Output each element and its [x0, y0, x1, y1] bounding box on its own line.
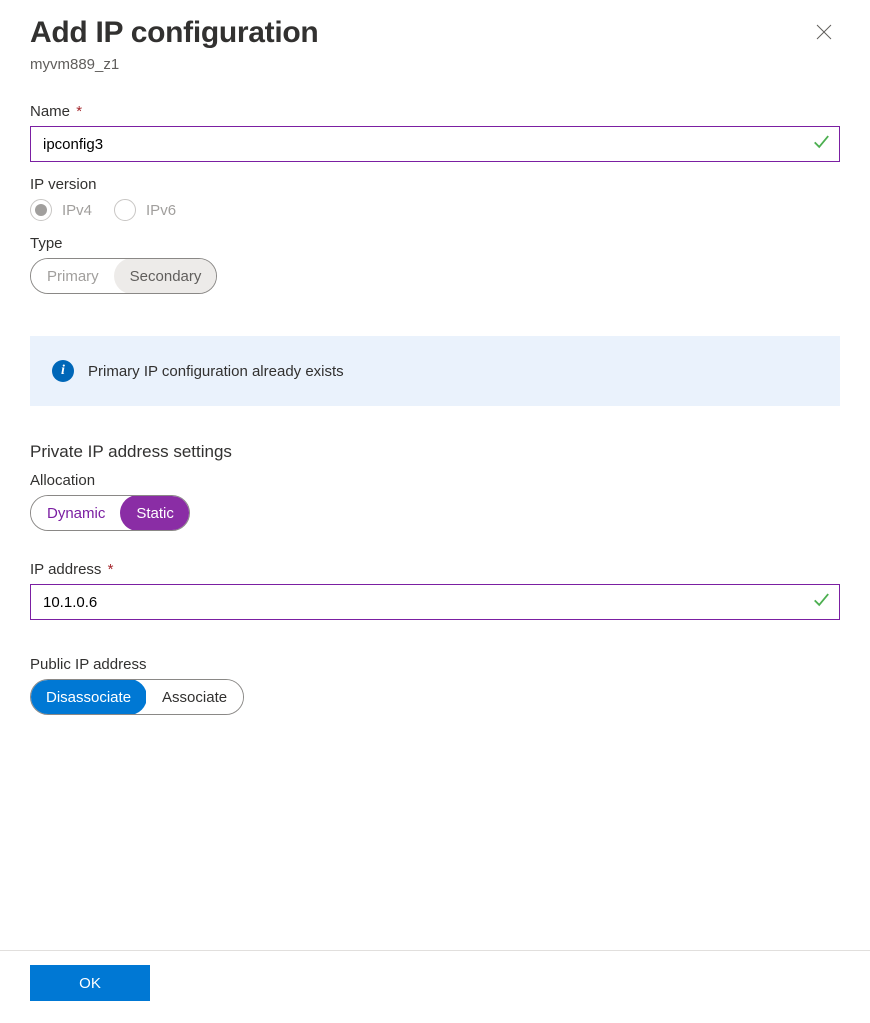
name-input[interactable]	[30, 126, 840, 162]
allocation-static-button[interactable]: Static	[120, 495, 190, 531]
name-label-text: Name	[30, 103, 70, 120]
close-button[interactable]	[808, 16, 840, 51]
name-label: Name *	[30, 103, 840, 120]
footer-divider	[0, 950, 870, 951]
type-label: Type	[30, 235, 840, 252]
ipv6-radio: IPv6	[114, 199, 176, 221]
private-ip-section-title: Private IP address settings	[30, 442, 840, 462]
ip-address-input[interactable]	[30, 584, 840, 620]
allocation-label: Allocation	[30, 472, 840, 489]
info-message: Primary IP configuration already exists	[88, 363, 344, 380]
ipv6-radio-label: IPv6	[146, 202, 176, 219]
resource-subtitle: myvm889_z1	[30, 56, 318, 73]
info-banner: i Primary IP configuration already exist…	[30, 336, 840, 406]
radio-icon	[30, 199, 52, 221]
radio-icon	[114, 199, 136, 221]
check-icon	[812, 591, 830, 614]
close-icon	[814, 30, 834, 45]
public-ip-associate-button[interactable]: Associate	[146, 680, 243, 714]
check-icon	[812, 133, 830, 156]
public-ip-disassociate-button[interactable]: Disassociate	[30, 679, 147, 715]
required-asterisk: *	[108, 561, 114, 578]
allocation-toggle[interactable]: Dynamic Static	[30, 495, 190, 531]
allocation-dynamic-button[interactable]: Dynamic	[31, 496, 121, 530]
type-toggle: Primary Secondary	[30, 258, 217, 294]
ok-button[interactable]: OK	[30, 965, 150, 1001]
public-ip-label: Public IP address	[30, 656, 840, 673]
ip-version-label: IP version	[30, 176, 840, 193]
ipv4-radio-label: IPv4	[62, 202, 92, 219]
page-title: Add IP configuration	[30, 16, 318, 50]
type-primary-button: Primary	[31, 259, 115, 293]
ip-address-label: IP address *	[30, 561, 840, 578]
type-secondary-button: Secondary	[114, 258, 218, 294]
public-ip-toggle[interactable]: Disassociate Associate	[30, 679, 244, 715]
ipv4-radio: IPv4	[30, 199, 92, 221]
required-asterisk: *	[76, 103, 82, 120]
ip-address-label-text: IP address	[30, 561, 101, 578]
info-icon: i	[52, 360, 74, 382]
